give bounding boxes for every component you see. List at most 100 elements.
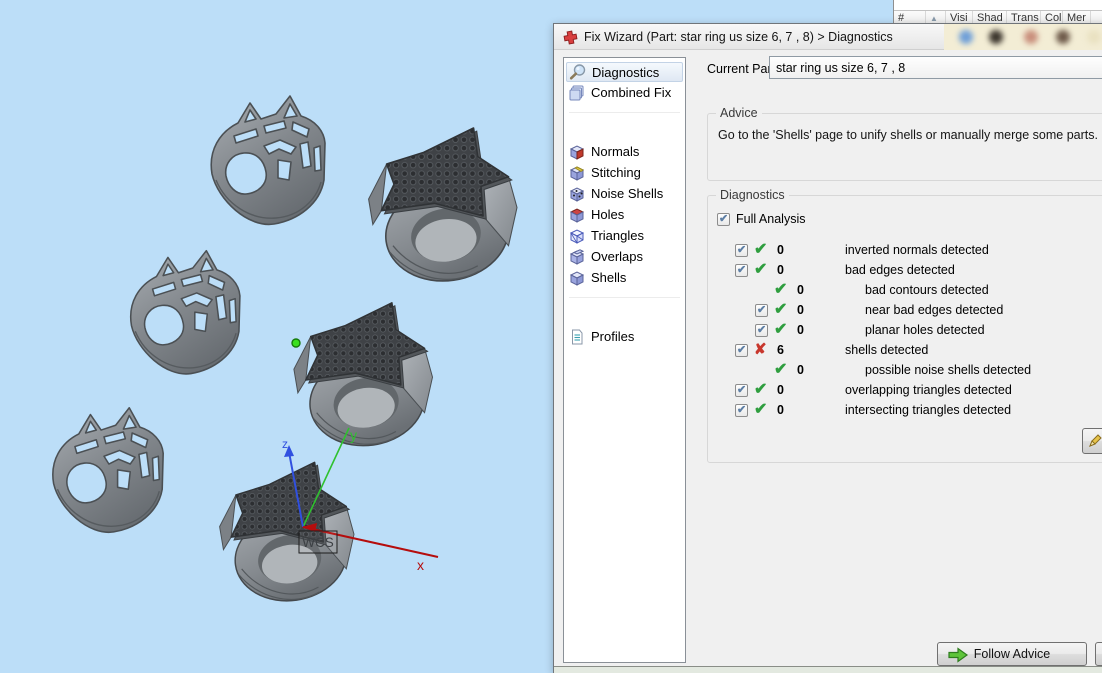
diagnostic-row: ✔ 0 near bad edges detected [708,300,1102,320]
diagnostic-count: 0 [777,403,784,417]
wizard-page-list: Diagnostics Combined Fix Normals Stitching N… [563,57,686,663]
diagnostic-label: shells detected [845,343,929,357]
diagnostic-label: possible noise shells detected [865,363,1032,377]
follow-advice-label: Follow Advice [973,647,1051,661]
current-part-label: Current Part: [707,62,779,76]
full-analysis-checkbox[interactable] [717,212,730,226]
fix-wizard-dialog: Fix Wizard (Part: star ring us size 6, 7… [553,23,1102,673]
diagnostics-caption: Diagnostics [716,188,789,202]
sidebar-item-label: Stitching [591,165,641,180]
advice-text: Go to the 'Shells' page to unify shells … [718,128,1098,142]
sidebar-item-label: Holes [591,207,625,222]
overlaps-icon [568,248,586,266]
y-axis-label: y [350,427,357,443]
edit-profile-button[interactable] [1082,428,1102,454]
sidebar-item-label: Shells [591,270,627,285]
combined-fix-icon [568,84,586,102]
sidebar-item-overlaps[interactable]: Overlaps [566,246,683,267]
diagnostic-row: ✔ 0 inverted normals detected [708,240,1102,260]
star-ring-openwork[interactable] [129,249,241,375]
check-icon: ✔ [754,261,768,278]
sidebar-separator [569,297,680,298]
diagnostic-label: intersecting triangles detected [845,403,1012,417]
diagnostic-checkbox[interactable] [755,303,768,317]
diagnostic-row: ✔ 0 possible noise shells detected [708,360,1102,380]
titlebar-glass-reflection [944,24,1102,50]
shells-icon [568,269,586,287]
sidebar-item-label: Overlaps [591,249,644,264]
diagnostic-checkbox[interactable] [735,243,748,257]
advice-groupbox: Advice Go to the 'Shells' page to unify … [707,106,1102,181]
sidebar-item-label: Diagnostics [592,64,660,80]
sidebar-item-combined-fix[interactable]: Combined Fix [566,82,683,103]
diagnostic-row: ✔ 0 planar holes detected [708,320,1102,340]
sidebar-item-triangles[interactable]: Triangles [566,225,683,246]
diagnostics-groupbox: Diagnostics Full Analysis ✔ 0 inverted nor… [707,188,1102,463]
current-part-field[interactable] [769,56,1102,79]
diagnostic-count: 0 [777,263,784,277]
sidebar-item-profiles[interactable]: Profiles [566,326,683,347]
sidebar-separator [569,112,680,113]
x-axis-label: x [417,557,424,573]
check-icon: ✔ [774,301,788,318]
noise-shells-icon [568,185,586,203]
sidebar-item-noise-shells[interactable]: Noise Shells [566,183,683,204]
stitching-icon [568,164,586,182]
diagnostic-checkbox[interactable] [735,343,748,357]
diagnostic-count: 0 [797,283,804,297]
sidebar-item-label: Profiles [591,329,635,344]
sidebar-item-normals[interactable]: Normals [566,141,683,162]
check-icon: ✔ [774,281,788,298]
diagnostic-label: inverted normals detected [845,243,989,257]
profiles-icon [568,328,586,346]
diagnostic-label: bad edges detected [845,263,955,277]
follow-advice-button[interactable]: Follow Advice [937,642,1087,666]
check-icon: ✔ [754,241,768,258]
star-ring-openwork[interactable] [210,95,326,226]
diagnostic-count: 0 [797,303,804,317]
holes-icon [568,206,586,224]
diagnostic-label: overlapping triangles detected [845,383,1012,397]
normals-icon [568,143,586,161]
diagnostic-checkbox[interactable] [735,403,748,417]
origin-marker-dot [291,338,301,348]
diagnostic-row: ✔ 0 bad contours detected [708,280,1102,300]
pencil-icon [1089,434,1102,447]
sidebar-item-label: Triangles [591,228,644,243]
sidebar-item-holes[interactable]: Holes [566,204,683,225]
dialog-titlebar: Fix Wizard (Part: star ring us size 6, 7… [554,24,1102,50]
fix-wizard-red-cross-icon [563,30,578,45]
sidebar-item-stitching[interactable]: Stitching [566,162,683,183]
dialog-bottom-edge [554,666,1102,673]
diagnostic-label: bad contours detected [865,283,989,297]
diagnostic-row: ✔ 0 bad edges detected [708,260,1102,280]
star-ring-pave[interactable] [367,127,518,290]
star-ring-pave[interactable] [293,302,434,454]
diagnostic-row: ✘ 6 shells detected [708,340,1102,360]
sidebar-item-diagnostics[interactable]: Diagnostics [566,62,683,82]
diagnostic-checkbox[interactable] [735,263,748,277]
diagnostic-count: 0 [797,363,804,377]
diagnostic-row: ✔ 0 overlapping triangles detected [708,380,1102,400]
star-ring-openwork[interactable] [52,406,164,534]
diagnostic-count: 0 [777,383,784,397]
sidebar-item-label: Normals [591,144,640,159]
partially-visible-button[interactable] [1095,642,1102,666]
cross-icon: ✘ [754,341,767,358]
sidebar-item-label: Combined Fix [591,85,672,100]
diagnostic-count: 0 [777,243,784,257]
diagnostic-checkbox[interactable] [755,323,768,337]
triangles-icon [568,227,586,245]
check-icon: ✔ [754,401,768,418]
diagnostics-results-list: ✔ 0 inverted normals detected ✔ 0 bad edges d… [708,240,1102,420]
diagnostic-row: ✔ 0 intersecting triangles detected [708,400,1102,420]
wcs-label: WCS [302,535,334,550]
full-analysis-label: Full Analysis [736,212,806,226]
check-icon: ✔ [774,321,788,338]
sidebar-item-label: Noise Shells [591,186,664,201]
diagnostic-checkbox[interactable] [735,383,748,397]
diagnostic-count: 0 [797,323,804,337]
sidebar-item-shells[interactable]: Shells [566,267,683,288]
